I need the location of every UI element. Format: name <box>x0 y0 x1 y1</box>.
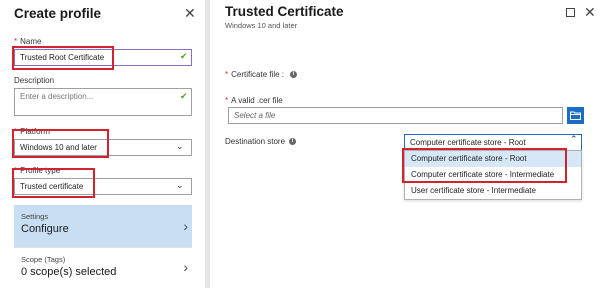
cer-file-input[interactable]: Select a file <box>228 107 563 124</box>
cer-file-label-text: A valid .cer file <box>231 96 283 105</box>
nav-scope-small: Scope (Tags) <box>21 255 66 264</box>
cer-file-label: * A valid .cer file <box>225 96 283 105</box>
panel-title: Create profile <box>14 6 102 21</box>
highlight-profile-type <box>12 168 95 198</box>
panel-subtitle: Windows 10 and later <box>225 21 298 30</box>
certificate-file-label-text: Certificate file : <box>231 70 285 79</box>
panel-title: Trusted Certificate <box>225 4 344 19</box>
info-icon[interactable]: i <box>289 138 296 145</box>
create-profile-panel: Create profile ✕ * Name Trusted Root Cert… <box>0 0 205 288</box>
description-label: Description <box>14 76 55 85</box>
folder-icon <box>570 111 581 120</box>
highlight-computer-store-options <box>402 148 567 183</box>
info-icon[interactable]: i <box>290 71 297 78</box>
option-user-intermediate[interactable]: User certificate store - Intermediate <box>405 183 581 199</box>
valid-check-icon: ✔ <box>180 51 188 61</box>
close-icon[interactable]: ✕ <box>184 6 196 20</box>
description-field[interactable]: Enter a description... <box>14 88 192 116</box>
certificate-file-label: * Certificate file : <box>225 70 284 79</box>
close-icon[interactable]: ✕ <box>584 5 596 19</box>
required-asterisk: * <box>225 96 229 105</box>
required-asterisk: * <box>14 37 18 46</box>
chevron-up-icon: ⌃ <box>570 134 578 144</box>
nav-scope-tags[interactable]: Scope (Tags) 0 scope(s) selected › <box>14 248 192 286</box>
name-label-text: Name <box>20 37 42 46</box>
nav-settings[interactable]: Settings Configure › <box>14 205 192 247</box>
chevron-down-icon: ⌄ <box>176 141 184 151</box>
chevron-right-icon: › <box>183 218 188 234</box>
nav-settings-small: Settings <box>21 212 49 221</box>
browse-folder-button[interactable] <box>567 107 584 124</box>
nav-scope-big: 0 scope(s) selected <box>21 266 117 278</box>
name-label: * Name <box>14 37 41 46</box>
required-asterisk: * <box>225 70 229 79</box>
destination-store-label: Destination store <box>225 137 286 146</box>
chevron-right-icon: › <box>183 259 188 275</box>
maximize-icon[interactable] <box>566 8 575 17</box>
nav-settings-big: Configure <box>21 223 69 235</box>
chevron-down-icon: ⌄ <box>176 180 184 190</box>
highlight-platform <box>12 129 109 158</box>
highlight-name <box>12 46 114 70</box>
valid-check-icon: ✔ <box>180 91 188 101</box>
